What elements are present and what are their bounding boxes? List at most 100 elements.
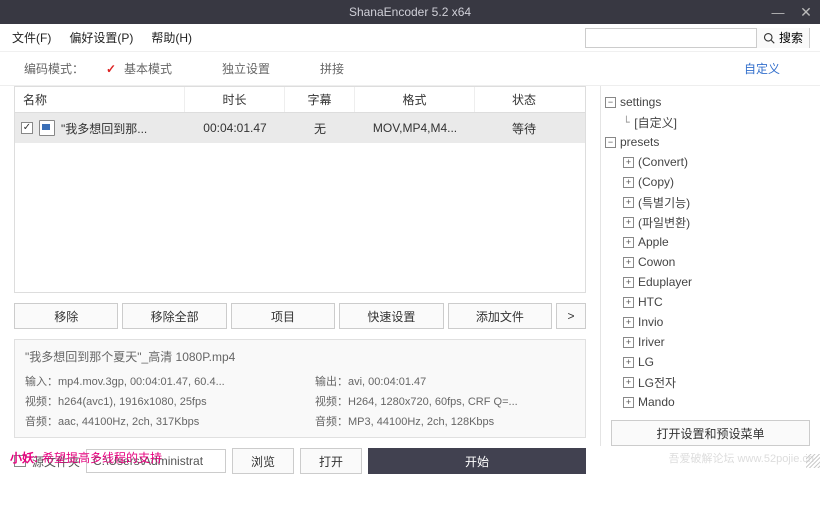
info-output-video: 视频：H264, 1280x720, 60fps, CRF Q=...	[315, 393, 575, 409]
tree-label: Mando	[638, 395, 675, 409]
footer-nick: 小妖:	[10, 449, 38, 466]
expand-icon: +	[623, 177, 634, 188]
main: 名称 时长 字幕 格式 状态 ✓ "我多想回到那... 00:04:01.47 …	[0, 86, 820, 446]
collapse-icon: −	[605, 137, 616, 148]
tree-item[interactable]: + (Copy)	[623, 172, 816, 192]
tree-label: (Convert)	[638, 155, 688, 169]
tree-item[interactable]: +(Convert)	[623, 152, 816, 172]
tree-item[interactable]: + (특별기능)	[623, 192, 816, 212]
expand-icon: +	[623, 217, 634, 228]
cell-subtitle: 无	[285, 120, 355, 137]
cell-name: "我多想回到那...	[61, 120, 147, 137]
info-panel: "我多想回到那个夏天"_高清 1080P.mp4 输入：mp4.mov.3gp,…	[14, 339, 586, 438]
tree-label: (특별기능)	[638, 194, 690, 211]
tree-item[interactable]: + LG전자	[623, 372, 816, 392]
tree-label: [自定义]	[634, 114, 677, 131]
preset-tree[interactable]: −settings └ [自定义] −presets +(Convert)+(C…	[601, 86, 820, 414]
window-controls: ― ✕	[764, 0, 820, 24]
mode-independent[interactable]: 独立设置	[202, 60, 270, 77]
expand-icon: +	[623, 377, 634, 388]
tree-item[interactable]: + HTC	[623, 292, 816, 312]
tree-presets[interactable]: −presets	[605, 132, 816, 152]
add-file-button[interactable]: 添加文件	[448, 303, 552, 329]
mode-independent-label: 独立设置	[222, 60, 270, 77]
button-row: 移除 移除全部 项目 快速设置 添加文件 >	[14, 303, 586, 329]
th-status[interactable]: 状态	[475, 87, 573, 112]
tree-item[interactable]: +Cowon	[623, 252, 816, 272]
file-icon	[39, 120, 55, 136]
open-settings-presets-button[interactable]: 打开设置和预设菜单	[611, 420, 810, 446]
expand-icon: +	[623, 357, 634, 368]
tree-label: LG전자	[638, 374, 676, 391]
file-table: 名称 时长 字幕 格式 状态 ✓ "我多想回到那... 00:04:01.47 …	[14, 86, 586, 293]
tree-label: LG	[638, 355, 654, 369]
cell-format: MOV,MP4,M4...	[355, 121, 475, 135]
quick-settings-button[interactable]: 快速设置	[339, 303, 443, 329]
expand-icon: +	[623, 297, 634, 308]
menu-help[interactable]: 帮助(H)	[149, 25, 194, 50]
search-button[interactable]: 搜索	[756, 28, 809, 48]
search-button-label: 搜索	[779, 29, 803, 46]
tree-label: (Copy)	[638, 175, 674, 189]
tree-label: Apple	[638, 235, 669, 249]
mode-basic[interactable]: ✓基本模式	[104, 60, 172, 77]
collapse-icon: −	[605, 97, 616, 108]
tree-item[interactable]: +Eduplayer	[623, 272, 816, 292]
remove-all-button[interactable]: 移除全部	[122, 303, 226, 329]
footer: 小妖: 希望提高多线程的支持 吾爱破解论坛 www.52pojie.cn	[0, 446, 820, 468]
close-button[interactable]: ✕	[792, 0, 820, 24]
more-button[interactable]: >	[556, 303, 586, 329]
check-empty-icon	[300, 62, 314, 76]
info-input-video: 视频：h264(avc1), 1916x1080, 25fps	[25, 393, 285, 409]
expand-icon: +	[623, 397, 634, 408]
menu-preferences[interactable]: 偏好设置(P)	[67, 25, 135, 50]
tree-settings[interactable]: −settings	[605, 92, 816, 112]
th-duration[interactable]: 时长	[185, 87, 285, 112]
remove-button[interactable]: 移除	[14, 303, 118, 329]
footer-msg: 希望提高多线程的支持	[42, 449, 162, 466]
tree-item[interactable]: + Mando	[623, 392, 816, 412]
th-name[interactable]: 名称	[15, 87, 185, 112]
expand-icon: +	[623, 257, 634, 268]
left-pane: 名称 时长 字幕 格式 状态 ✓ "我多想回到那... 00:04:01.47 …	[0, 86, 600, 446]
mode-join-label: 拼接	[320, 60, 344, 77]
row-checkbox[interactable]: ✓	[21, 122, 33, 134]
minimize-button[interactable]: ―	[764, 0, 792, 24]
mode-basic-label: 基本模式	[124, 60, 172, 77]
menu-file[interactable]: 文件(F)	[10, 25, 53, 50]
search-input[interactable]	[586, 29, 756, 47]
th-subtitle[interactable]: 字幕	[285, 87, 355, 112]
check-empty-icon	[202, 62, 216, 76]
mode-join[interactable]: 拼接	[300, 60, 344, 77]
project-button[interactable]: 项目	[231, 303, 335, 329]
info-input-line: 输入：mp4.mov.3gp, 00:04:01.47, 60.4...	[25, 373, 285, 389]
tree-label: settings	[620, 95, 661, 109]
titlebar: ShanaEncoder 5.2 x64 ― ✕	[0, 0, 820, 24]
custom-link[interactable]: 自定义	[744, 60, 780, 77]
cell-duration: 00:04:01.47	[185, 121, 285, 135]
tree-item[interactable]: +Apple	[623, 232, 816, 252]
tree-item[interactable]: + Iriver	[623, 332, 816, 352]
cell-status: 等待	[475, 120, 573, 137]
tree-item[interactable]: + LG	[623, 352, 816, 372]
table-header: 名称 时长 字幕 格式 状态	[15, 87, 585, 113]
th-format[interactable]: 格式	[355, 87, 475, 112]
tree-custom[interactable]: └ [自定义]	[623, 112, 816, 132]
resize-grip-icon[interactable]	[806, 454, 820, 468]
table-row[interactable]: ✓ "我多想回到那... 00:04:01.47 无 MOV,MP4,M4...…	[15, 113, 585, 143]
mode-row: 编码模式： ✓基本模式 独立设置 拼接 自定义	[0, 52, 820, 86]
info-input-audio: 音频：aac, 44100Hz, 2ch, 317Kbps	[25, 413, 285, 429]
search-box: 搜索	[585, 28, 810, 48]
tree-label: Invio	[638, 315, 663, 329]
info-input-col: 输入：mp4.mov.3gp, 00:04:01.47, 60.4... 视频：…	[25, 373, 285, 429]
tree-label: presets	[620, 135, 659, 149]
expand-icon: +	[623, 197, 634, 208]
tree-item[interactable]: +Invio	[623, 312, 816, 332]
expand-icon: +	[623, 337, 634, 348]
tree-label: HTC	[638, 295, 663, 309]
tree-line-icon: └	[623, 116, 634, 129]
info-output-line: 输出：avi, 00:04:01.47	[315, 373, 575, 389]
tree-label: Eduplayer	[638, 275, 692, 289]
tree-item[interactable]: +(파일변환)	[623, 212, 816, 232]
tree-label: Iriver	[638, 335, 665, 349]
